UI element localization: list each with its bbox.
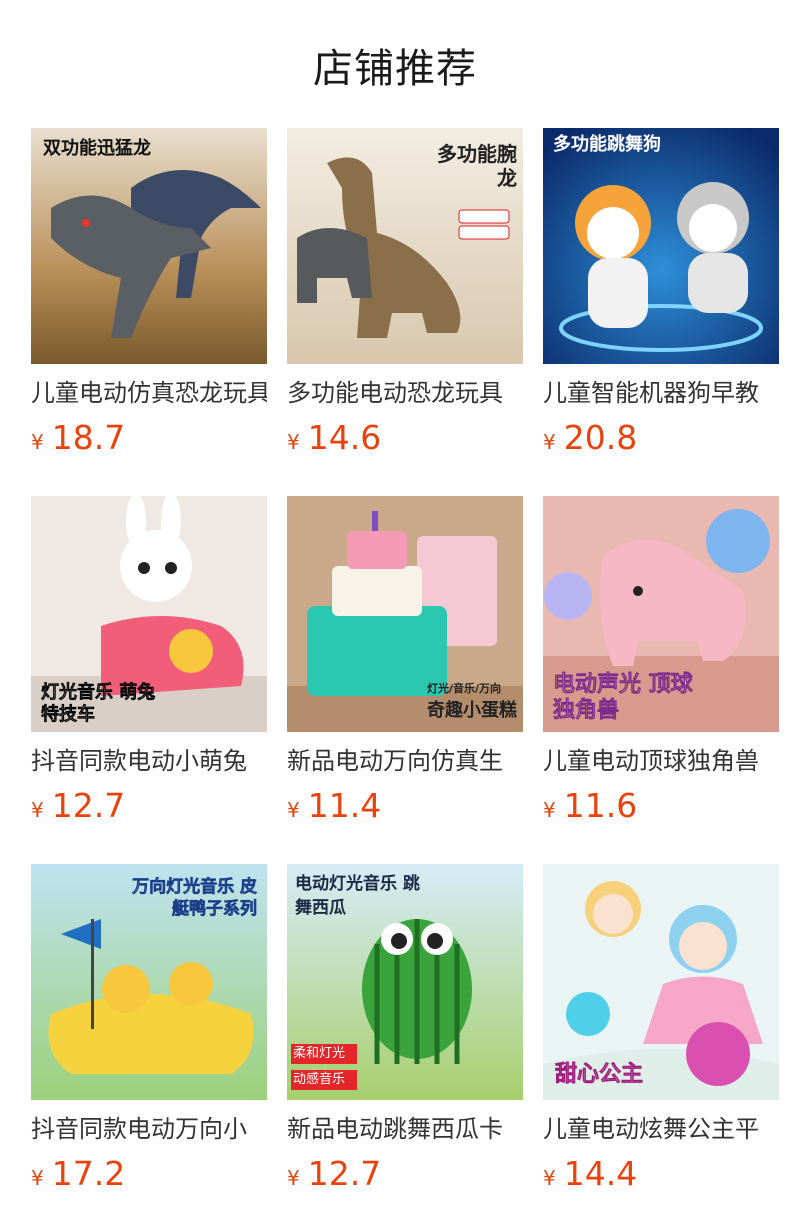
product-card[interactable]: 双功能迅猛龙 儿童电动仿真恐龙玩具 ¥18.7	[31, 128, 267, 496]
product-image[interactable]: 多功能跳舞狗	[543, 128, 779, 364]
product-name[interactable]: 儿童智能机器狗早教	[543, 376, 779, 410]
section-title: 店铺推荐	[313, 46, 477, 92]
product-name[interactable]: 抖音同款电动小萌兔	[31, 744, 267, 778]
image-caption: 甜心公主	[555, 1062, 644, 1087]
product-image[interactable]: 多功能腕龙	[287, 128, 523, 364]
product-grid: 双功能迅猛龙 儿童电动仿真恐龙玩具 ¥18.7 多功能腕龙 多功能电动恐龙玩具 …	[31, 128, 779, 1232]
product-card[interactable]: 多功能跳舞狗 儿童智能机器狗早教 ¥20.8	[543, 128, 779, 496]
product-price: ¥11.6	[543, 786, 638, 825]
product-card[interactable]: 灯光/音乐/万向 奇趣小蛋糕 新品电动万向仿真生 ¥11.4	[287, 496, 523, 864]
product-price: ¥14.4	[543, 1154, 638, 1193]
image-caption: 多功能跳舞狗	[553, 134, 661, 155]
product-card[interactable]: 电动声光 顶球独角兽 儿童电动顶球独角兽 ¥11.6	[543, 496, 779, 864]
image-tag: 灯光/音乐/万向	[427, 682, 502, 695]
product-price: ¥20.8	[543, 418, 638, 457]
image-caption: 电动灯光音乐 跳舞西瓜	[295, 874, 420, 918]
product-image[interactable]: 灯光/音乐/万向 奇趣小蛋糕	[287, 496, 523, 732]
product-image[interactable]: 灯光音乐 萌兔特技车	[31, 496, 267, 732]
product-name[interactable]: 新品电动跳舞西瓜卡	[287, 1112, 523, 1146]
product-card[interactable]: 电动灯光音乐 跳舞西瓜 柔和灯光 动感音乐 新品电动跳舞西瓜卡 ¥12.7	[287, 864, 523, 1232]
image-tag: 动感音乐	[293, 1072, 346, 1087]
product-image[interactable]: 电动灯光音乐 跳舞西瓜 柔和灯光 动感音乐	[287, 864, 523, 1100]
product-card[interactable]: 万向灯光音乐 皮艇鸭子系列 抖音同款电动万向小 ¥17.2	[31, 864, 267, 1232]
product-price: ¥12.7	[31, 786, 126, 825]
image-caption: 双功能迅猛龙	[43, 138, 151, 159]
product-image[interactable]: 万向灯光音乐 皮艇鸭子系列	[31, 864, 267, 1100]
image-caption: 奇趣小蛋糕	[427, 700, 517, 721]
image-caption: 万向灯光音乐 皮艇鸭子系列	[132, 877, 258, 920]
product-name[interactable]: 多功能电动恐龙玩具	[287, 376, 523, 410]
product-price: ¥14.6	[287, 418, 382, 457]
product-name[interactable]: 新品电动万向仿真生	[287, 744, 523, 778]
product-name[interactable]: 儿童电动炫舞公主平	[543, 1112, 779, 1146]
image-caption: 多功能腕龙	[437, 142, 517, 190]
image-tag: 柔和灯光	[293, 1046, 346, 1061]
product-card[interactable]: 灯光音乐 萌兔特技车 抖音同款电动小萌兔 ¥12.7	[31, 496, 267, 864]
product-name[interactable]: 儿童电动顶球独角兽	[543, 744, 779, 778]
product-name[interactable]: 抖音同款电动万向小	[31, 1112, 267, 1146]
product-price: ¥11.4	[287, 786, 382, 825]
product-price: ¥18.7	[31, 418, 126, 457]
product-card[interactable]: 多功能腕龙 多功能电动恐龙玩具 ¥14.6	[287, 128, 523, 496]
product-image[interactable]: 电动声光 顶球独角兽	[543, 496, 779, 732]
image-caption: 灯光音乐 萌兔特技车	[41, 682, 156, 726]
product-name[interactable]: 儿童电动仿真恐龙玩具	[31, 376, 267, 410]
product-card[interactable]: 甜心公主 儿童电动炫舞公主平 ¥14.4	[543, 864, 779, 1232]
product-price: ¥17.2	[31, 1154, 126, 1193]
image-caption: 电动声光 顶球独角兽	[553, 672, 693, 724]
product-price: ¥12.7	[287, 1154, 382, 1193]
product-image[interactable]: 甜心公主	[543, 864, 779, 1100]
product-image[interactable]: 双功能迅猛龙	[31, 128, 267, 364]
